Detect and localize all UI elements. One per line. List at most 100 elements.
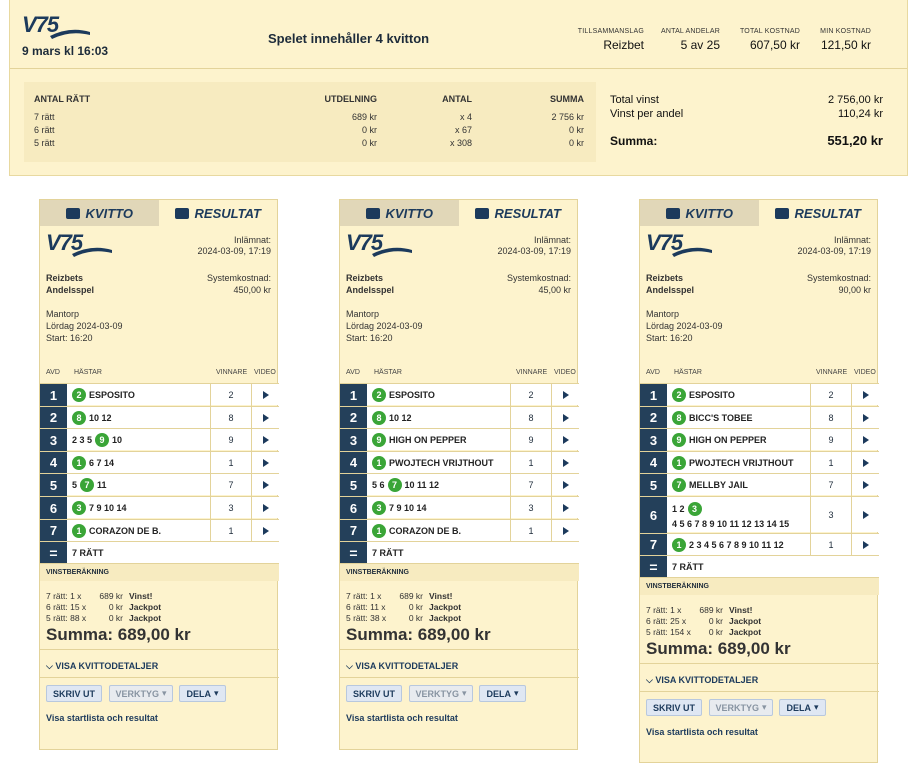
race-day: Lördag 2024-03-09 [46,321,123,331]
print-button[interactable]: SKRIV UT [646,699,702,716]
race-number: 3 [640,429,667,452]
horse-selection: 1 CORAZON DE B. [72,520,161,542]
game-type: Andelsspel [646,285,695,295]
video-button[interactable] [551,474,579,497]
vinst-per-andel-label: Vinst per andel [610,108,684,120]
play-icon [562,413,569,422]
video-button[interactable] [251,429,279,452]
track: Mantorp [646,309,680,319]
tab-kvitto[interactable]: KVITTO [340,200,459,226]
horse-name: PWOJTECH VRIJTHOUT [689,457,794,468]
video-button[interactable] [251,519,279,542]
play-icon [262,526,269,535]
share-dropdown[interactable]: DELA ▾ [479,685,526,702]
horse-selection: 1 PWOJTECH VRIJTHOUT [672,452,794,474]
stat-tillsammanslag: TILLSAMMANSLAG Reizbet [577,28,644,52]
winner-pill: 3 [687,501,702,516]
winner-number: 1 [810,451,851,474]
video-button[interactable] [551,497,579,519]
play-icon [862,481,869,490]
video-button[interactable] [251,497,279,519]
share-dropdown[interactable]: DELA ▾ [779,699,826,716]
horse-numbers: 5 [72,480,78,491]
print-button[interactable]: SKRIV UT [46,685,102,702]
video-button[interactable] [851,384,879,406]
winner-pill: 8 [72,410,86,425]
race-number: 1 [340,384,367,406]
startlist-link[interactable]: Visa startlista och resultat [646,727,758,737]
winner-number: 2 [510,384,551,406]
race-number: 1 [40,384,67,406]
tab-resultat[interactable]: RESULTAT [758,200,877,226]
show-details-link[interactable]: ⌵ VISA KVITTODETALJER [46,661,158,672]
tab-resultat[interactable]: RESULTAT [458,200,577,226]
horse-selection: 2 3 5 9 10 [72,429,122,451]
video-button[interactable] [551,406,579,429]
horse-selection: 1 2 3 4 5 6 7 8 9 10 11 12 [672,534,784,556]
chevron-down-icon: ▾ [461,688,467,698]
horse-numbers: 5 6 [372,480,385,491]
race-row: 6 3 7 9 10 14 3 [340,496,579,519]
video-button[interactable] [551,429,579,452]
video-button[interactable] [851,429,879,452]
play-icon [862,458,869,467]
tools-dropdown[interactable]: VERKTYG ▾ [709,699,773,716]
winner-pill: 3 [372,501,386,515]
tab-resultat-label: RESULTAT [794,205,861,221]
video-button[interactable] [851,406,879,429]
tools-dropdown[interactable]: VERKTYG ▾ [109,685,173,702]
video-button[interactable] [551,451,579,474]
calc-status: Vinst! [729,605,753,615]
video-button[interactable] [851,533,879,556]
show-details-link[interactable]: ⌵ VISA KVITTODETALJER [646,675,758,686]
video-button[interactable] [551,519,579,542]
print-button[interactable]: SKRIV UT [346,685,402,702]
video-button[interactable] [851,474,879,497]
tools-label: VERKTYG [715,702,759,713]
race-number: 2 [340,406,367,429]
video-button[interactable] [251,451,279,474]
play-icon [262,436,269,445]
start-time: Start: 16:20 [646,333,693,343]
game-type: Andelsspel [46,285,95,295]
tools-label: VERKTYG [415,688,459,699]
horse-name: 2 3 4 5 6 7 8 9 10 11 12 [689,539,784,550]
calc-amount: 0 kr [408,602,423,612]
startlist-link[interactable]: Visa startlista och resultat [346,713,458,723]
play-icon [562,481,569,490]
video-button[interactable] [851,451,879,474]
tab-resultat[interactable]: RESULTAT [158,200,277,226]
chevron-down-icon: ▾ [161,688,167,698]
chevron-down-icon: ▾ [761,702,767,712]
video-button[interactable] [551,384,579,406]
show-details-link[interactable]: ⌵ VISA KVITTODETALJER [346,661,458,672]
winner-pill: 2 [672,388,686,402]
result-text: 7 RÄTT [372,548,404,558]
winner-pill: 7 [387,478,402,493]
tab-kvitto[interactable]: KVITTO [640,200,759,226]
ticket-card: KVITTO RESULTAT V75 Inlämnat: 2024-03-09, … [639,199,879,763]
calc-amount: 689 kr [99,591,123,601]
video-button[interactable] [251,384,279,406]
race-row: 3 9 HIGH ON PEPPER 9 [340,428,579,452]
tab-kvitto[interactable]: KVITTO [40,200,159,226]
share-dropdown[interactable]: DELA ▾ [179,685,226,702]
tab-resultat-label: RESULTAT [194,205,261,221]
calc-status: Jackpot [729,627,762,637]
race-day: Lördag 2024-03-09 [646,321,723,331]
horse-selection: 8 10 12 [72,407,112,429]
calc-status: Vinst! [429,591,453,601]
startlist-link[interactable]: Visa startlista och resultat [46,713,158,723]
tools-dropdown[interactable]: VERKTYG ▾ [409,685,473,702]
tools-label: VERKTYG [115,688,159,699]
video-button[interactable] [251,474,279,497]
horse-name: 6 7 14 [89,457,115,468]
ticket-tabs: KVITTO RESULTAT [40,200,277,226]
race-number: 7 [340,519,367,542]
video-button[interactable] [851,497,879,533]
system-cost-label: Systemkostnad: [206,273,271,283]
ticket-tabs: KVITTO RESULTAT [340,200,577,226]
play-icon [862,413,869,422]
race-row: 2 8 BICC'S TOBEE 8 [640,405,879,429]
video-button[interactable] [251,406,279,429]
